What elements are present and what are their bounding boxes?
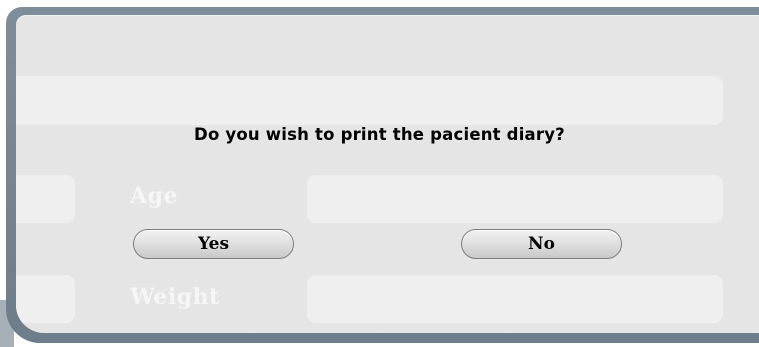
dialog-message: Do you wish to print the pacient diary?: [194, 125, 565, 144]
background-age-label: Age: [130, 183, 178, 209]
yes-button[interactable]: Yes: [133, 229, 294, 259]
background-name-field: [16, 76, 723, 125]
no-button[interactable]: No: [461, 229, 622, 259]
screen: Age Weight Do you wish to print the paci…: [0, 0, 759, 347]
background-weight-field: [307, 275, 723, 323]
background-weight-label: Weight: [130, 284, 220, 310]
background-age-field: [307, 175, 723, 223]
confirm-print-dialog: Age Weight Do you wish to print the paci…: [16, 15, 759, 333]
background-left-field-1: [16, 175, 75, 223]
background-left-field-2: [16, 275, 75, 323]
